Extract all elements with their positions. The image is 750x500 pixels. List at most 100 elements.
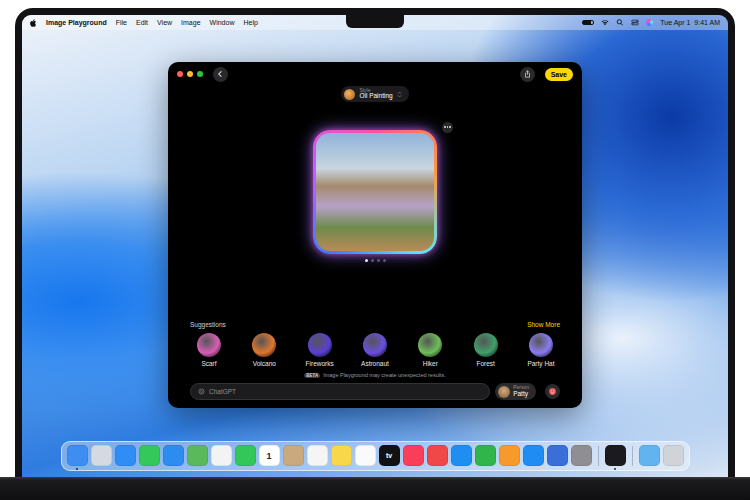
app-icon <box>67 445 88 466</box>
suggestion-item[interactable]: Volcano <box>249 333 279 367</box>
style-picker[interactable]: Style Oil Painting <box>341 86 408 102</box>
dock-item[interactable] <box>331 445 352 466</box>
dock-item[interactable] <box>403 445 424 466</box>
suggestion-item[interactable]: Fireworks <box>305 333 335 367</box>
page-dot[interactable] <box>377 259 380 262</box>
camera-notch <box>346 15 404 28</box>
share-icon <box>524 70 531 78</box>
dock-item[interactable] <box>211 445 232 466</box>
dock-item[interactable] <box>139 445 160 466</box>
menu-item[interactable]: Window <box>210 19 235 26</box>
chatgpt-icon <box>198 388 205 395</box>
app-icon <box>427 445 448 466</box>
suggestion-item[interactable]: Hiker <box>415 333 445 367</box>
dock-item[interactable] <box>605 445 626 466</box>
dock-separator <box>598 446 599 466</box>
bottom-panel: Suggestions Show More Scarf Volcano Fire… <box>168 321 582 408</box>
generated-image-frame <box>313 130 437 254</box>
dock-item[interactable]: tv <box>379 445 400 466</box>
dock-item[interactable] <box>571 445 592 466</box>
suggestion-label: Scarf <box>201 360 216 367</box>
suggestion-label: Fireworks <box>306 360 334 367</box>
siri-icon[interactable] <box>646 19 653 26</box>
dock-item[interactable] <box>235 445 256 466</box>
page-dot[interactable] <box>365 259 368 262</box>
minimize-button[interactable] <box>187 71 193 77</box>
image-playground-window: Save Style Oil Painting Suggestions Show… <box>168 62 582 408</box>
app-icon <box>605 445 626 466</box>
prompt-field[interactable]: ChatGPT <box>190 383 490 400</box>
battery-icon[interactable] <box>582 20 594 25</box>
menu-item[interactable]: File <box>116 19 127 26</box>
dock-item[interactable] <box>355 445 376 466</box>
suggestion-thumbnail-icon <box>363 333 387 357</box>
style-value: Oil Painting <box>359 93 392 100</box>
suggestion-label: Forest <box>476 360 494 367</box>
zoom-button[interactable] <box>197 71 203 77</box>
dock-item[interactable] <box>115 445 136 466</box>
menu-item[interactable]: Image <box>181 19 200 26</box>
image-stage <box>168 102 582 283</box>
page-indicator <box>365 259 386 262</box>
save-button[interactable]: Save <box>545 68 573 81</box>
dock-item[interactable] <box>91 445 112 466</box>
page-dot[interactable] <box>383 259 386 262</box>
more-button[interactable] <box>442 122 453 133</box>
apple-logo-icon[interactable] <box>30 19 37 27</box>
suggestion-thumbnail-icon <box>197 333 221 357</box>
search-icon[interactable] <box>616 19 624 26</box>
desktop: Image Playground File Edit View Image Window… <box>22 15 728 477</box>
suggestions-header: Suggestions Show More <box>190 321 560 328</box>
dock-item[interactable] <box>499 445 520 466</box>
control-center-icon[interactable] <box>631 19 639 26</box>
app-icon <box>307 445 328 466</box>
person-chip[interactable]: Person Patty <box>495 383 536 399</box>
dock-separator <box>632 446 633 466</box>
app-icon <box>91 445 112 466</box>
dock-item[interactable]: 1 <box>259 445 280 466</box>
suggestion-item[interactable]: Forest <box>471 333 501 367</box>
share-button[interactable] <box>520 67 535 82</box>
app-icon <box>331 445 352 466</box>
dock-item[interactable] <box>451 445 472 466</box>
clock[interactable]: Tue Apr 1 9:41 AM <box>660 19 720 26</box>
menu-item[interactable]: Edit <box>136 19 148 26</box>
dock-item[interactable] <box>67 445 88 466</box>
app-icon <box>403 445 424 466</box>
dock-item[interactable] <box>475 445 496 466</box>
beta-badge: BETA <box>304 373 320 378</box>
close-button[interactable] <box>177 71 183 77</box>
suggestion-thumbnail-icon <box>529 333 553 357</box>
suggestion-item[interactable]: Scarf <box>194 333 224 367</box>
notice-text: Image Playground may create unexpected r… <box>323 372 446 378</box>
suggestion-thumbnail-icon <box>474 333 498 357</box>
app-icon <box>499 445 520 466</box>
dock-item[interactable] <box>163 445 184 466</box>
dock-item[interactable] <box>427 445 448 466</box>
generated-image[interactable] <box>316 133 434 251</box>
show-more-button[interactable]: Show More <box>527 321 560 328</box>
app-icon <box>663 445 684 466</box>
dock-item[interactable] <box>547 445 568 466</box>
beta-notice: BETA Image Playground may create unexpec… <box>190 372 560 378</box>
app-icon <box>211 445 232 466</box>
wifi-icon[interactable] <box>601 19 609 26</box>
person-name: Patty <box>513 391 529 398</box>
dock-item[interactable] <box>523 445 544 466</box>
suggestion-item[interactable]: Party Hat <box>526 333 556 367</box>
dock-item[interactable] <box>663 445 684 466</box>
menu-item[interactable]: Help <box>243 19 257 26</box>
app-icon <box>639 445 660 466</box>
dock-item[interactable] <box>187 445 208 466</box>
emoji-button[interactable] <box>545 384 560 399</box>
back-button[interactable] <box>213 67 228 82</box>
suggestion-item[interactable]: Astronaut <box>360 333 390 367</box>
dock-item[interactable] <box>283 445 304 466</box>
menu-item[interactable]: View <box>157 19 172 26</box>
app-menu[interactable]: Image Playground <box>46 19 107 26</box>
laptop-lid: Image Playground File Edit View Image Window… <box>15 8 735 477</box>
person-avatar-icon <box>498 386 510 398</box>
dock-item[interactable] <box>639 445 660 466</box>
dock-item[interactable] <box>307 445 328 466</box>
page-dot[interactable] <box>371 259 374 262</box>
